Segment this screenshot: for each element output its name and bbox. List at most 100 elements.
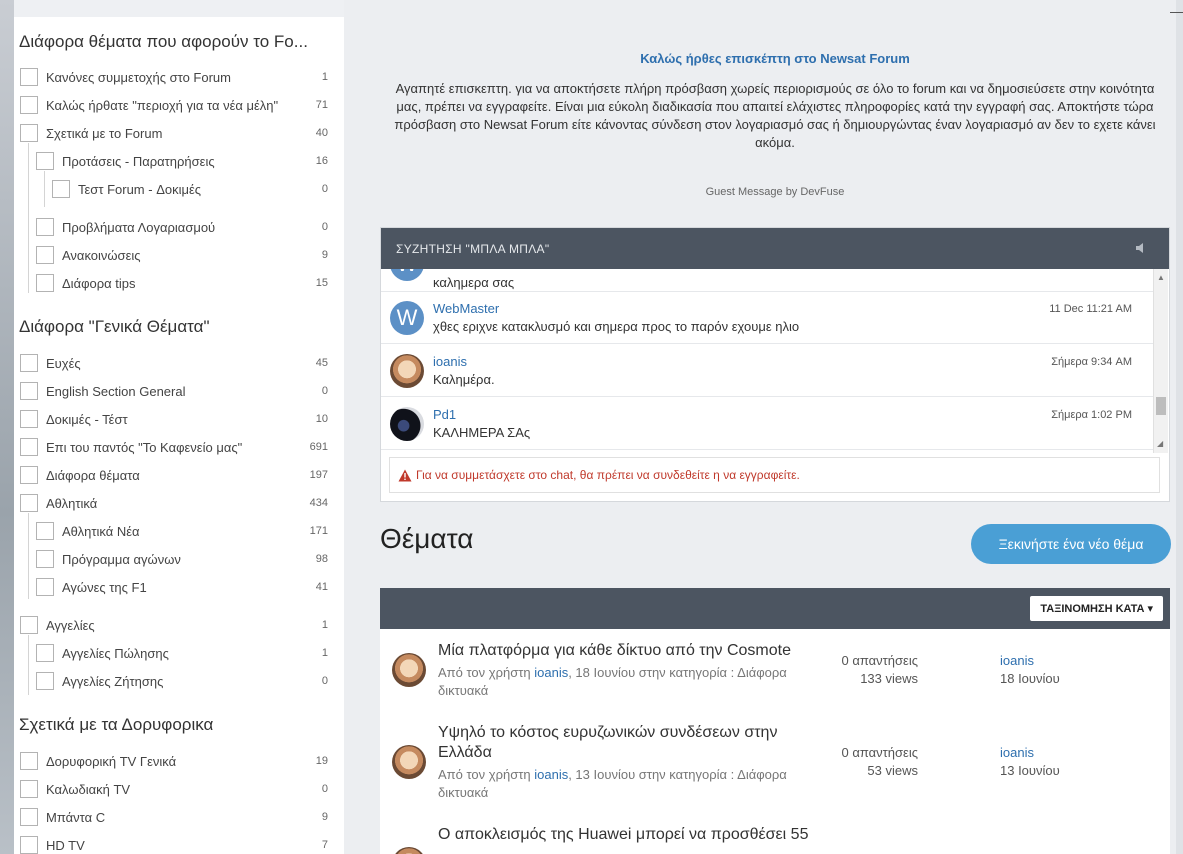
category-checkbox[interactable] [52, 180, 70, 198]
category-checkbox[interactable] [20, 438, 38, 456]
category-item[interactable]: Αγγελίες Ζήτησης 0 [36, 670, 328, 692]
topic-row[interactable]: Υψηλό το κόστος ευρυζωνικών συνδέσεων στ… [380, 723, 1170, 813]
topics-list: ΤΑΞΙΝΟΜΗΣΗ ΚΑΤΑ ▾ Μία πλατφόρμα για κάθε… [380, 588, 1170, 854]
category-checkbox[interactable] [20, 68, 38, 86]
avatar [392, 745, 426, 779]
category-item[interactable]: English Section General 0 [20, 380, 328, 402]
topic-views: 53 views [867, 763, 918, 778]
chat-username[interactable]: ioanis [433, 354, 467, 369]
category-item[interactable]: Σχετικά με το Forum 40 [20, 122, 328, 144]
category-item[interactable]: Προτάσεις - Παρατηρήσεις 16 [36, 150, 328, 172]
avatar [392, 653, 426, 687]
topic-title[interactable]: Μία πλατφόρμα για κάθε δίκτυο από την Co… [438, 641, 818, 661]
category-item[interactable]: Τεστ Forum - Δοκιμές 0 [52, 178, 328, 200]
category-checkbox[interactable] [20, 382, 38, 400]
category-count: 10 [315, 413, 328, 425]
category-checkbox[interactable] [20, 354, 38, 372]
category-checkbox[interactable] [36, 246, 54, 264]
chat-message-text: χθες εριχνε κατακλυσμό και σημερα προς τ… [433, 319, 800, 334]
topic-title[interactable]: Ο αποκλεισμός της Huawei μπορεί να προσθ… [438, 825, 838, 845]
category-checkbox[interactable] [36, 274, 54, 292]
sort-dropdown-button[interactable]: ΤΑΞΙΝΟΜΗΣΗ ΚΑΤΑ ▾ [1030, 596, 1163, 621]
category-item[interactable]: Διάφορα tips 15 [36, 272, 328, 294]
resize-grip-icon[interactable]: ◢ [1157, 439, 1163, 448]
background-strip [0, 0, 14, 854]
tree-line [28, 635, 29, 695]
category-checkbox[interactable] [20, 494, 38, 512]
category-checkbox[interactable] [36, 152, 54, 170]
category-checkbox[interactable] [20, 410, 38, 428]
category-checkbox[interactable] [36, 644, 54, 662]
category-label: Κανόνες συμμετοχής στο Forum [46, 69, 231, 85]
category-item[interactable]: Προβλήματα Λογαριασμού 0 [36, 216, 328, 238]
topic-row[interactable]: Μία πλατφόρμα για κάθε δίκτυο από την Co… [380, 641, 1170, 721]
category-item[interactable]: Ευχές 45 [20, 352, 328, 374]
category-item[interactable]: Καλώς ήρθατε "περιοχή για τα νέα μέλη" 7… [20, 94, 328, 116]
topic-author[interactable]: ioanis [534, 665, 568, 680]
category-item[interactable]: Δοκιμές - Τέστ 10 [20, 408, 328, 430]
category-item[interactable]: Καλωδιακή TV 0 [20, 778, 328, 800]
guest-message-credit[interactable]: Guest Message by DevFuse [380, 186, 1170, 198]
topic-meta-prefix: Από τον χρήστη [438, 767, 535, 782]
category-item[interactable]: Ανακοινώσεις 9 [36, 244, 328, 266]
category-item[interactable]: Αθλητικά Νέα 171 [36, 520, 328, 542]
category-item[interactable]: HD TV 7 [20, 834, 328, 854]
category-checkbox[interactable] [20, 466, 38, 484]
category-item[interactable]: Επι του παντός "Το Καφενείο μας" 691 [20, 436, 328, 458]
category-checkbox[interactable] [36, 578, 54, 596]
category-count: 0 [321, 783, 328, 795]
category-checkbox[interactable] [20, 616, 38, 634]
category-checkbox[interactable] [36, 218, 54, 236]
avatar [392, 847, 426, 854]
chat-message-text: καλημερα σας [433, 275, 515, 290]
category-checkbox[interactable] [20, 836, 38, 854]
category-label: Πρόγραμμα αγώνων [62, 551, 181, 567]
category-count: 0 [321, 385, 328, 397]
category-item[interactable]: Διάφορα θέματα 197 [20, 464, 328, 486]
category-checkbox[interactable] [20, 780, 38, 798]
category-checkbox[interactable] [36, 522, 54, 540]
chat-message: W καλημερα σας [381, 269, 1154, 292]
chat-scrollbar[interactable]: ▲ ◢ [1153, 269, 1168, 453]
category-item[interactable]: Αγώνες της F1 41 [36, 576, 328, 598]
category-item[interactable]: Αγγελίες 1 [20, 614, 328, 636]
category-item[interactable]: Κανόνες συμμετοχής στο Forum 1 [20, 66, 328, 88]
topic-title[interactable]: Υψηλό το κόστος ευρυζωνικών συνδέσεων στ… [438, 723, 818, 763]
category-count: 71 [315, 99, 328, 111]
category-item[interactable]: Δορυφορική TV Γενικά 19 [20, 750, 328, 772]
category-checkbox[interactable] [20, 808, 38, 826]
new-topic-button[interactable]: Ξεκινήστε ένα νέο θέμα [971, 524, 1171, 564]
category-label: Μπάντα C [46, 809, 106, 825]
category-item[interactable]: Αθλητικά 434 [20, 492, 328, 514]
topics-heading: Θέματα [380, 523, 474, 554]
chat-message: Pd1 Σήμερα 1:02 PM ΚΑΛΗΜΕΡΑ ΣΑς [381, 397, 1154, 450]
category-item[interactable]: Αγγελίες Πώλησης 1 [36, 642, 328, 664]
scrollbar-thumb[interactable] [1156, 397, 1166, 415]
scroll-up-icon[interactable]: ▲ [1157, 273, 1165, 282]
topic-row[interactable]: Ο αποκλεισμός της Huawei μπορεί να προσθ… [380, 825, 1170, 854]
category-label: Δοκιμές - Τέστ [46, 411, 128, 427]
category-label: Αθλητικά Νέα [62, 523, 140, 539]
chat-notice-text: Για να συμμετάσχετε στο chat, θα πρέπει … [416, 468, 800, 482]
speaker-icon[interactable] [1135, 241, 1149, 255]
chat-username[interactable]: Pd1 [433, 407, 456, 422]
topic-meta: Από τον χρήστη ioanis, 18 Ιουνίου στην κ… [438, 664, 818, 700]
category-checkbox[interactable] [20, 96, 38, 114]
chat-timestamp: Σήμερα 1:02 PM [1051, 409, 1132, 421]
chat-message-text: Καλημέρα. [433, 372, 495, 387]
category-count: 0 [321, 183, 328, 195]
category-checkbox[interactable] [20, 124, 38, 142]
chat-box: ΣΥΖΗΤΗΣΗ "ΜΠΛΑ ΜΠΛΑ" W καλημερα σας W We… [380, 227, 1170, 502]
category-checkbox[interactable] [36, 672, 54, 690]
category-label: HD TV [46, 837, 85, 853]
category-checkbox[interactable] [20, 752, 38, 770]
category-item[interactable]: Πρόγραμμα αγώνων 98 [36, 548, 328, 570]
category-item[interactable]: Μπάντα C 9 [20, 806, 328, 828]
chat-username[interactable]: WebMaster [433, 301, 499, 316]
topic-author[interactable]: ioanis [534, 767, 568, 782]
category-checkbox[interactable] [36, 550, 54, 568]
avatar: W [390, 269, 424, 281]
topic-last-user[interactable]: ioanis [1000, 652, 1060, 670]
category-count: 0 [321, 675, 328, 687]
topic-last-user[interactable]: ioanis [1000, 744, 1060, 762]
